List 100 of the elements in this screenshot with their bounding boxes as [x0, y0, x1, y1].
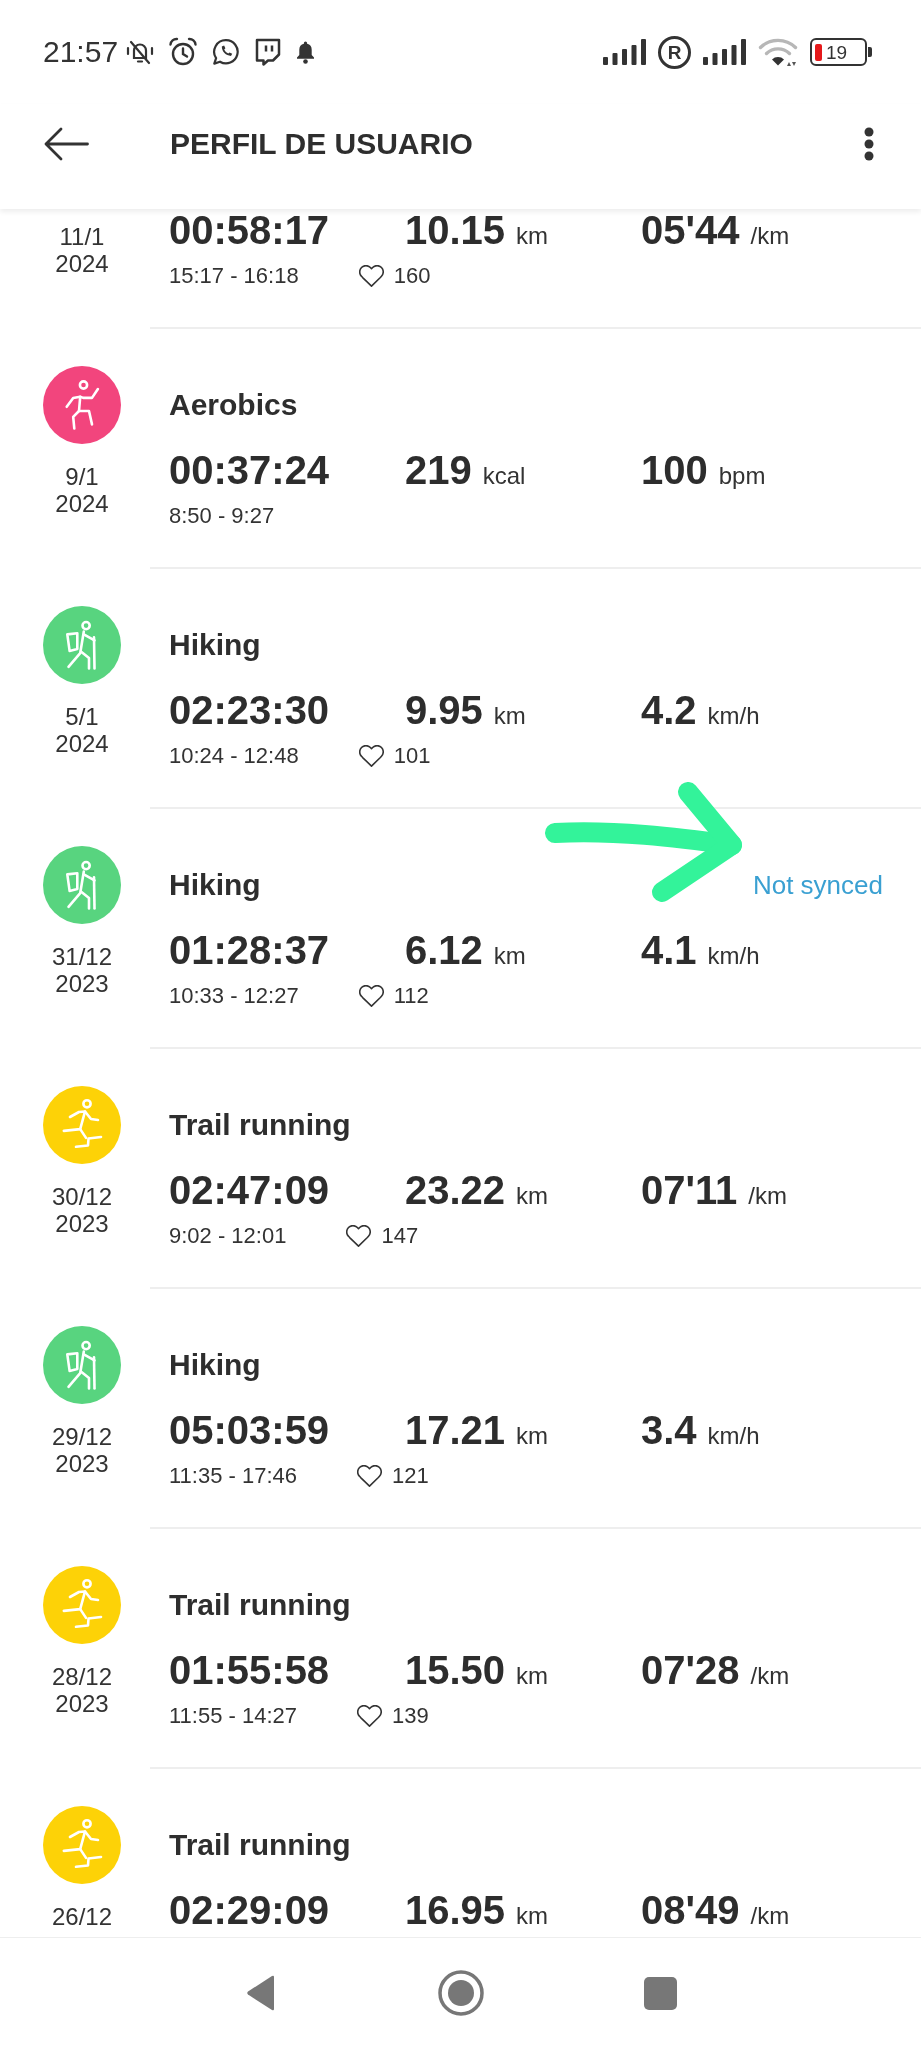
heart-rate-value: 139: [392, 1702, 429, 1730]
time-range: 11:35 - 17:46: [169, 1462, 298, 1490]
duration-value: 02:29:09: [169, 1889, 330, 1931]
duration-value: 00:37:24: [169, 449, 330, 491]
heart-icon: [358, 985, 384, 1007]
wifi-icon: [758, 37, 798, 67]
duration-value: 01:55:58: [169, 1649, 330, 1691]
activity-date: 28/12: [51, 1663, 113, 1690]
activity-title: Trail running: [169, 1828, 351, 1862]
recents-button[interactable]: [644, 1976, 677, 2010]
runner-icon: [43, 1566, 121, 1644]
more-vertical-icon: [864, 126, 874, 161]
stat-unit: /km: [750, 222, 790, 250]
activity-date: 5/1: [65, 703, 99, 730]
heart-rate-value: 112: [393, 982, 429, 1010]
stat-value: 6.12: [405, 929, 483, 971]
phone-bubble-icon: [212, 38, 241, 66]
stat-value: 07'11: [641, 1169, 738, 1211]
battery-indicator: 19: [810, 38, 872, 66]
time-range: 10:24 - 12:48: [169, 742, 299, 770]
stat-unit: kcal: [482, 462, 526, 490]
stat-unit: /km: [750, 1902, 790, 1930]
activity-year: 2024: [55, 730, 109, 757]
hiker-icon: [43, 1326, 121, 1404]
activity-date: 9/1: [65, 463, 99, 490]
time-range: 9:02 - 12:01: [169, 1222, 287, 1250]
heart-icon: [358, 745, 384, 767]
more-button[interactable]: [864, 126, 874, 161]
activity-title: Trail running: [169, 1588, 351, 1622]
duration-value: 02:23:30: [169, 689, 330, 731]
stat-value: 16.95: [405, 1889, 506, 1931]
stat-value: 100: [641, 449, 708, 491]
stat-unit: /km: [750, 1662, 790, 1690]
heart-icon: [346, 1225, 372, 1247]
stat-value: 07'28: [641, 1649, 740, 1691]
stat-value: 10.15: [405, 209, 506, 251]
activity-title: Aerobics: [169, 388, 298, 422]
heart-icon: [358, 265, 384, 287]
dancing-figure-icon: [43, 366, 121, 444]
back-triangle-icon: [245, 1974, 276, 2012]
heart-rate-value: 121: [392, 1462, 429, 1490]
stat-value: 4.2: [641, 689, 697, 731]
duration-value: 05:03:59: [169, 1409, 330, 1451]
duration-value: 02:47:09: [169, 1169, 330, 1211]
page-title: PERFIL DE USUARIO: [170, 126, 474, 161]
stat-value: 23.22: [405, 1169, 506, 1211]
time-range: 15:17 - 16:18: [169, 262, 299, 290]
sync-status: Not synced: [752, 869, 883, 901]
stat-value: 219: [405, 449, 472, 491]
stat-value: 4.1: [641, 929, 697, 971]
stat-unit: km: [516, 1182, 549, 1210]
stat-value: 17.21: [405, 1409, 506, 1451]
stat-value: 08'49: [641, 1889, 740, 1931]
activity-year: 2023: [55, 1210, 109, 1237]
activity-title: Hiking: [169, 1348, 261, 1382]
signal-icon: [703, 39, 746, 65]
stat-value: 3.4: [641, 1409, 697, 1451]
runner-icon: [43, 1086, 121, 1164]
recents-square-icon: [644, 1976, 677, 2010]
home-ring-icon: [437, 1970, 484, 2016]
stat-unit: km: [516, 1902, 549, 1930]
system-back-button[interactable]: [245, 1974, 276, 2012]
time-range: 8:50 - 9:27: [169, 502, 275, 530]
stat-unit: km: [516, 222, 549, 250]
alarm-clock-icon: [168, 37, 199, 67]
hiker-icon: [43, 846, 121, 924]
stat-value: 15.50: [405, 1649, 506, 1691]
duration-value: 01:28:37: [169, 929, 330, 971]
duration-value: 00:58:17: [169, 209, 330, 251]
stat-unit: km/h: [707, 702, 760, 730]
muted-bell-icon: [126, 38, 155, 66]
back-button[interactable]: [43, 126, 89, 161]
activity-date: 11/1: [59, 223, 105, 250]
stat-unit: bpm: [718, 462, 766, 490]
stat-unit: km: [516, 1662, 549, 1690]
back-arrow-icon: [43, 126, 89, 161]
activity-year: 2023: [55, 970, 109, 997]
activity-date: 29/12: [51, 1423, 113, 1450]
bell-icon: [295, 39, 317, 65]
stat-unit: km: [493, 942, 526, 970]
heart-rate-value: 160: [393, 262, 431, 290]
activity-title: Hiking: [169, 628, 261, 662]
activity-title: Trail running: [169, 1108, 351, 1142]
activity-year: 2023: [55, 1450, 109, 1477]
stat-unit: km/h: [707, 1422, 760, 1450]
stat-value: 9.95: [405, 689, 483, 731]
activity-date: 26/12: [51, 1903, 113, 1930]
activity-year: 2023: [55, 1690, 109, 1717]
activity-date: 30/12: [51, 1183, 113, 1210]
heart-rate-value: 147: [381, 1222, 419, 1250]
activity-date: 31/12: [51, 943, 113, 970]
hiker-icon: [43, 606, 121, 684]
stat-unit: /km: [748, 1182, 787, 1210]
status-time: 21:57: [43, 35, 119, 69]
activity-title: Hiking: [169, 868, 261, 902]
home-button[interactable]: [437, 1970, 484, 2016]
roaming-indicator: R: [658, 35, 691, 69]
heart-icon: [357, 1705, 383, 1727]
activity-year: 2024: [55, 490, 109, 517]
stat-unit: km: [516, 1422, 549, 1450]
